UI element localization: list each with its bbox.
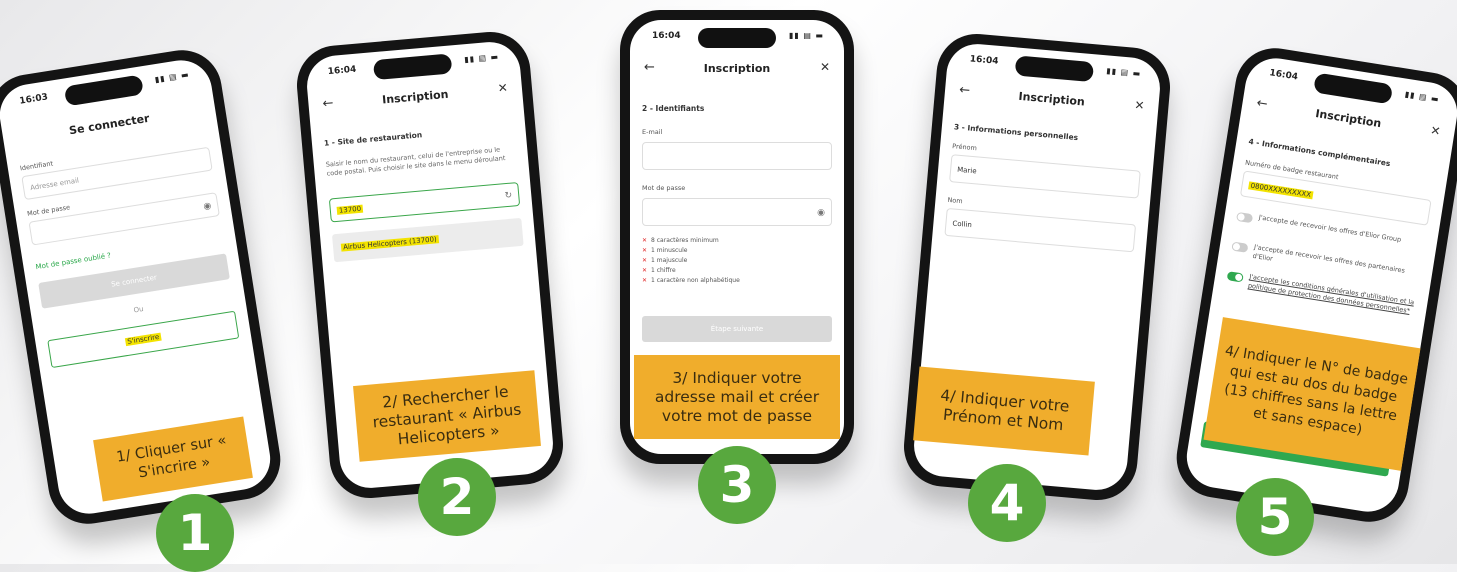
section-title: 2 - Identifiants: [642, 104, 705, 113]
status-icons: ▮▮ ▤ ▬: [154, 69, 191, 85]
toggle-switch[interactable]: [1226, 271, 1244, 283]
lastname-field[interactable]: Collin: [944, 207, 1137, 253]
password-rules: ✕ 8 caractères minimum ✕ 1 minuscule ✕ 1 ma…: [642, 236, 740, 286]
screen-title: Inscription: [1314, 106, 1383, 131]
toggle-switch[interactable]: [1235, 211, 1254, 224]
suggestion-label: Airbus Helicopters (13700): [340, 235, 440, 252]
step-1-number: 1: [156, 494, 234, 572]
forgot-password-link[interactable]: Mot de passe oublié ?: [35, 251, 111, 271]
toggle-switch[interactable]: [1231, 241, 1249, 253]
step-2-instruction: 2/ Rechercher le restaurant « Airbus Hel…: [353, 370, 541, 462]
step-3-instruction: 3/ Indiquer votre adresse mail et créer …: [634, 355, 840, 439]
lastname-label: Nom: [947, 195, 963, 206]
eye-icon[interactable]: ◉: [202, 194, 214, 219]
cross-icon: ✕: [642, 267, 648, 274]
restaurant-search-input[interactable]: 13700 ↻: [328, 182, 521, 223]
screen-title: Inscription: [703, 62, 771, 75]
step-4-instruction: 4/ Indiquer votre Prénom et Nom: [913, 366, 1095, 456]
suggestion-item[interactable]: Airbus Helicopters (13700): [331, 217, 524, 263]
phone-notch: [63, 74, 144, 107]
status-time: 16:03: [18, 92, 49, 107]
email-field[interactable]: Adresse email: [21, 146, 213, 201]
status-time: 16:04: [652, 31, 681, 41]
search-value: 13700: [336, 204, 364, 215]
eye-icon[interactable]: ◉: [817, 199, 825, 227]
email-label: E-mail: [642, 128, 663, 136]
firstname-field[interactable]: Marie: [949, 154, 1141, 199]
phone-notch: [698, 28, 776, 48]
phone-notch: [372, 53, 453, 81]
password-field[interactable]: ◉: [28, 192, 220, 246]
status-time: 16:04: [327, 64, 357, 78]
cross-icon: ✕: [642, 257, 648, 264]
helper-text: Saisir le nom du restaurant, celui de l'…: [325, 145, 506, 178]
status-time: 16:04: [969, 54, 999, 67]
close-icon[interactable]: ✕: [1429, 123, 1441, 138]
rule-item: ✕ 1 caractère non alphabétique: [642, 277, 740, 284]
email-field[interactable]: [642, 142, 832, 170]
next-step-button[interactable]: Étape suivante: [642, 316, 832, 342]
status-time: 16:04: [1268, 68, 1299, 83]
cross-icon: ✕: [642, 247, 648, 254]
section-title: 3 - Informations personnelles: [953, 122, 1079, 143]
cross-icon: ✕: [642, 277, 648, 284]
identifiant-label: Identifiant: [19, 159, 54, 173]
close-icon[interactable]: ✕: [820, 60, 830, 74]
step-4-number: 4: [968, 464, 1046, 542]
rule-item: ✕ 8 caractères minimum: [642, 237, 719, 244]
close-icon[interactable]: ✕: [1134, 98, 1145, 113]
close-icon[interactable]: ✕: [497, 81, 508, 96]
register-label: S'inscrire: [124, 332, 162, 347]
screen-title: Se connecter: [68, 111, 151, 138]
step-5-number: 5: [1236, 478, 1314, 556]
refresh-icon[interactable]: ↻: [504, 184, 514, 209]
rule-item: ✕ 1 majuscule: [642, 257, 688, 264]
step-2-number: 2: [418, 458, 496, 536]
screen-title: Inscription: [1017, 89, 1086, 109]
section-title: 1 - Site de restauration: [323, 130, 423, 148]
step-3-number: 3: [698, 446, 776, 524]
status-icons: ▮▮ ▤ ▬: [1105, 66, 1142, 79]
status-icons: ▮▮ ▤ ▬: [463, 52, 500, 65]
rule-item: ✕ 1 chiffre: [642, 267, 676, 274]
status-icons: ▮▮ ▤ ▬: [1404, 89, 1441, 105]
phone-notch: [1014, 55, 1095, 83]
password-label: Mot de passe: [642, 184, 686, 192]
badge-value: 0800XXXXXXXXX: [1248, 181, 1314, 200]
rule-item: ✕ 1 minuscule: [642, 247, 688, 254]
password-field[interactable]: ◉: [642, 198, 832, 226]
firstname-label: Prénom: [951, 142, 978, 153]
screen-title: Inscription: [381, 87, 449, 107]
cross-icon: ✕: [642, 237, 648, 244]
status-icons: ▮▮ ▤ ▬: [788, 31, 824, 40]
phone-notch: [1313, 72, 1394, 105]
